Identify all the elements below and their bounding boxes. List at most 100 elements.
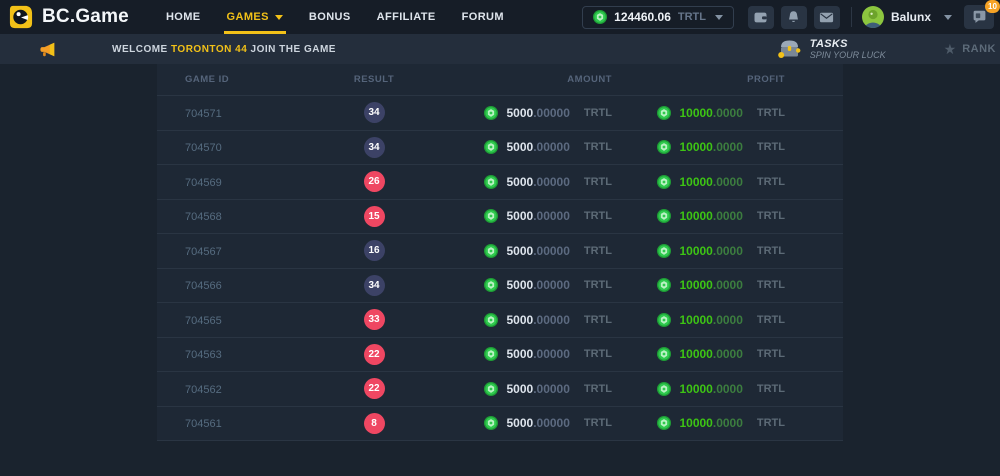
table-header-row: GAME ID RESULT AMOUNT PROFIT <box>157 64 843 96</box>
game-id-link[interactable]: 704570 <box>185 142 222 154</box>
nav-item-label: BONUS <box>309 11 351 23</box>
col-header-amount: AMOUNT <box>413 74 612 85</box>
trtl-coin-icon <box>657 244 671 258</box>
table-row: 704561 8 5000.00000 TRTL <box>157 407 843 442</box>
table-row: 704565 33 5000.00000 TRTL <box>157 303 843 338</box>
nav-item-label: FORUM <box>462 11 504 23</box>
game-id-link[interactable]: 704565 <box>185 315 222 327</box>
user-menu[interactable]: Balunx <box>862 6 952 28</box>
welcome-prefix: WELCOME <box>112 44 168 55</box>
profit-decimals: .0000 <box>713 244 743 258</box>
profit-currency: TRTL <box>757 279 785 291</box>
profit-decimals: .0000 <box>713 175 743 189</box>
rank-widget[interactable]: ★ RANK <box>944 42 996 56</box>
result-badge: 34 <box>364 275 385 296</box>
table-row: 704571 34 5000.00000 TRTL <box>157 96 843 131</box>
game-id-link[interactable]: 704568 <box>185 211 222 223</box>
col-header-profit: PROFIT <box>612 74 785 85</box>
tasks-subtitle: SPIN YOUR LUCK <box>810 50 886 60</box>
profit-integer: 10000 <box>679 313 712 327</box>
mail-icon <box>819 12 834 23</box>
rank-label: RANK <box>962 43 996 55</box>
wallet-button[interactable] <box>748 6 774 29</box>
trtl-coin-icon <box>484 347 498 361</box>
profit-decimals: .0000 <box>713 382 743 396</box>
profit-currency: TRTL <box>757 417 785 429</box>
profit-integer: 10000 <box>679 278 712 292</box>
announcement-banner: WELCOME TORONTON 44 JOIN THE GAME TASKS … <box>0 34 1000 64</box>
trtl-coin-icon <box>484 416 498 430</box>
chevron-down-icon <box>275 15 283 20</box>
amount-currency: TRTL <box>584 279 612 291</box>
balance-amount: 124460.06 <box>614 10 671 24</box>
welcome-username: TORONTON 44 <box>171 44 247 55</box>
col-header-result: RESULT <box>335 74 413 85</box>
amount-integer: 5000 <box>506 106 533 120</box>
table-row: 704568 15 5000.00000 TRTL <box>157 200 843 235</box>
game-id-link[interactable]: 704562 <box>185 384 222 396</box>
game-id-link[interactable]: 704571 <box>185 108 222 120</box>
amount-decimals: .00000 <box>533 209 570 223</box>
nav-item[interactable]: FORUM <box>449 0 517 34</box>
profit-currency: TRTL <box>757 314 785 326</box>
welcome-message: WELCOME TORONTON 44 JOIN THE GAME <box>112 44 336 55</box>
notifications-button[interactable] <box>781 6 807 29</box>
bcgame-logo-icon <box>8 4 34 30</box>
result-badge: 8 <box>364 413 385 434</box>
trtl-coin-icon <box>657 140 671 154</box>
trtl-coin-icon <box>484 175 498 189</box>
trtl-coin-icon <box>657 416 671 430</box>
profit-decimals: .0000 <box>713 278 743 292</box>
amount-currency: TRTL <box>584 348 612 360</box>
game-id-link[interactable]: 704566 <box>185 280 222 292</box>
nav-item[interactable]: HOME <box>153 0 214 34</box>
tasks-widget[interactable]: TASKS SPIN YOUR LUCK <box>777 38 886 61</box>
profit-integer: 10000 <box>679 209 712 223</box>
header-divider <box>851 7 852 27</box>
amount-integer: 5000 <box>506 278 533 292</box>
trtl-coin-icon <box>657 382 671 396</box>
main-nav: HOME GAMES BONUS AFFILIATE FORUM <box>153 0 517 34</box>
result-badge: 34 <box>364 102 385 123</box>
trtl-coin-icon <box>593 10 607 24</box>
nav-item-label: AFFILIATE <box>377 11 436 23</box>
game-id-link[interactable]: 704563 <box>185 349 222 361</box>
balance-selector[interactable]: 124460.06 TRTL <box>582 6 734 29</box>
amount-integer: 5000 <box>506 382 533 396</box>
amount-currency: TRTL <box>584 107 612 119</box>
messages-button[interactable] <box>814 6 840 29</box>
result-badge: 26 <box>364 171 385 192</box>
result-badge: 22 <box>364 378 385 399</box>
result-badge: 34 <box>364 137 385 158</box>
header-right: 124460.06 TRTL <box>582 5 1000 29</box>
nav-item[interactable]: BONUS <box>296 0 364 34</box>
table-body: 704571 34 5000 .00000 TRTL <box>157 96 843 441</box>
nav-item[interactable]: AFFILIATE <box>364 0 449 34</box>
game-id-link[interactable]: 704561 <box>185 418 222 430</box>
chat-unread-badge: 10 <box>985 0 1000 13</box>
col-header-game-id: GAME ID <box>157 74 335 85</box>
logo-text: BC.Game <box>42 6 129 28</box>
result-badge: 15 <box>364 206 385 227</box>
amount-decimals: .00000 <box>533 347 570 361</box>
profit-integer: 10000 <box>679 244 712 258</box>
game-id-link[interactable]: 704569 <box>185 177 222 189</box>
result-badge: 16 <box>364 240 385 261</box>
profit-decimals: .0000 <box>713 209 743 223</box>
amount-currency: TRTL <box>584 383 612 395</box>
chat-button[interactable]: 10 <box>964 5 994 29</box>
amount-integer: 5000 <box>506 416 533 430</box>
trtl-coin-icon <box>657 209 671 223</box>
profit-currency: TRTL <box>757 210 785 222</box>
profit-decimals: .0000 <box>713 347 743 361</box>
tasks-title: TASKS <box>810 38 886 51</box>
nav-item[interactable]: GAMES <box>214 0 296 34</box>
profit-currency: TRTL <box>757 348 785 360</box>
chevron-down-icon <box>715 15 723 20</box>
profit-integer: 10000 <box>679 347 712 361</box>
amount-decimals: .00000 <box>533 244 570 258</box>
table-row: 704570 34 5000.00000 TRTL <box>157 131 843 166</box>
result-badge: 33 <box>364 309 385 330</box>
game-id-link[interactable]: 704567 <box>185 246 222 258</box>
bcgame-logo[interactable]: BC.Game <box>8 4 129 30</box>
